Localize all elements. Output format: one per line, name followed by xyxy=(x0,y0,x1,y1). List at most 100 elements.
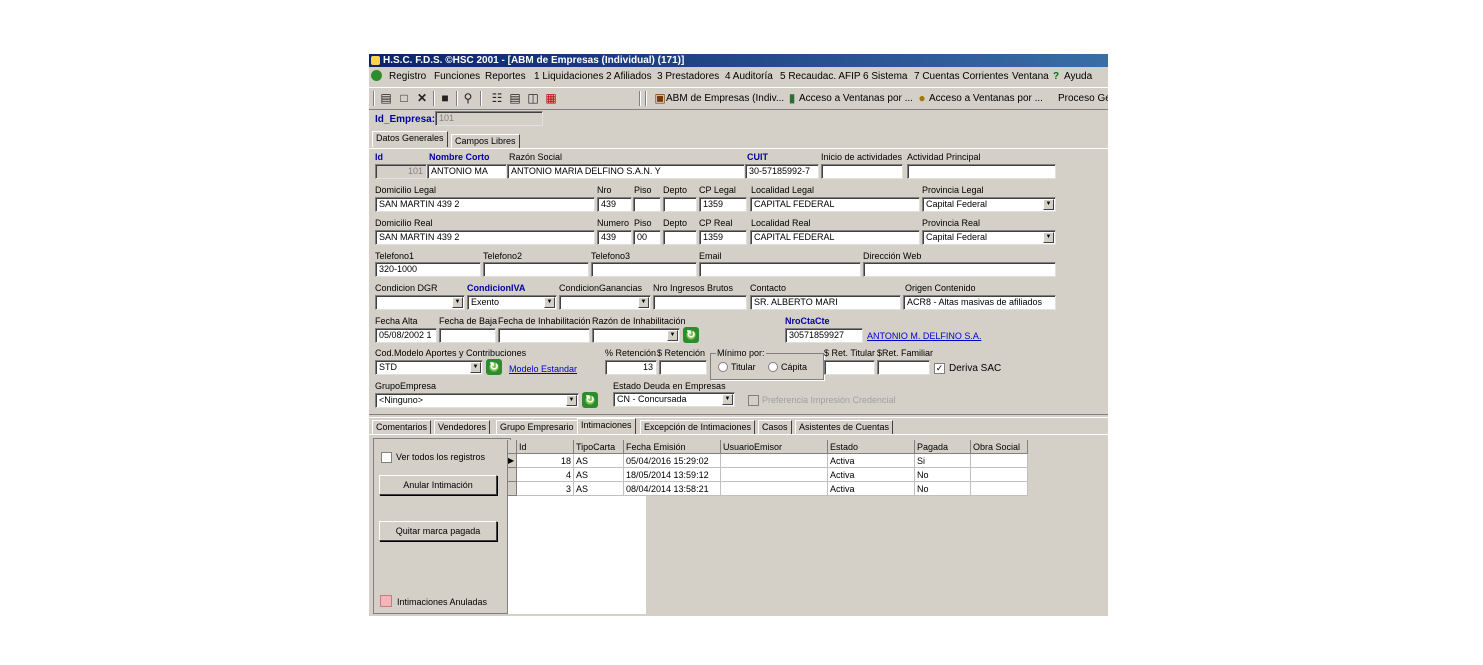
tile-vertical-icon[interactable]: ◫ xyxy=(526,91,540,105)
nro-field[interactable]: 439 xyxy=(597,197,632,212)
capita-radio[interactable] xyxy=(768,362,778,372)
table-cell[interactable]: Activa xyxy=(828,482,915,496)
ver-todos-checkbox[interactable] xyxy=(381,452,392,463)
condicion-iva-select[interactable]: Exento ▼ xyxy=(467,295,557,310)
tab-casos[interactable]: Casos xyxy=(758,420,792,434)
col-header-fecha-emision[interactable]: Fecha Emisión xyxy=(624,440,721,454)
telefono2-field[interactable] xyxy=(483,262,589,277)
table-cell[interactable] xyxy=(721,454,828,468)
app-menu-icon[interactable] xyxy=(371,70,382,81)
menu-registro[interactable]: Registro xyxy=(389,71,426,82)
col-header-pagada[interactable]: Pagada xyxy=(915,440,971,454)
chevron-down-icon[interactable]: ▼ xyxy=(470,362,481,373)
localidad-legal-field[interactable]: CAPITAL FEDERAL xyxy=(750,197,920,212)
table-cell[interactable] xyxy=(721,468,828,482)
fecha-baja-field[interactable] xyxy=(439,328,496,343)
cp-real-field[interactable]: 1359 xyxy=(699,230,747,245)
save-icon[interactable]: ■ xyxy=(438,91,452,105)
col-header-id[interactable]: Id xyxy=(517,440,574,454)
chevron-down-icon[interactable]: ▼ xyxy=(1043,199,1054,210)
cuit-field[interactable]: 30-57185992-7 xyxy=(745,164,819,179)
domicilio-real-field[interactable]: SAN MARTIN 439 2 xyxy=(375,230,595,245)
tile-horizontal-icon[interactable]: ▤ xyxy=(508,91,522,105)
nro-cta-cte-link[interactable]: ANTONIO M. DELFINO S.A. xyxy=(867,331,981,341)
new-document-icon[interactable]: □ xyxy=(397,91,411,105)
taskbar-proceso[interactable]: Proceso Ge xyxy=(1058,93,1108,104)
inicio-actividades-field[interactable] xyxy=(821,164,903,179)
table-cell[interactable] xyxy=(971,454,1028,468)
menu-liquidaciones[interactable]: 1 Liquidaciones xyxy=(534,71,604,82)
menu-sistema[interactable]: 6 Sistema xyxy=(863,71,907,82)
piso-real-field[interactable]: 00 xyxy=(633,230,661,245)
table-cell[interactable] xyxy=(721,482,828,496)
tab-vendedores[interactable]: Vendedores xyxy=(434,420,491,434)
col-header-estado[interactable]: Estado xyxy=(828,440,915,454)
chevron-down-icon[interactable]: ▼ xyxy=(638,297,649,308)
contacto-field[interactable]: SR. ALBERTO MARI xyxy=(750,295,901,310)
cod-modelo-select[interactable]: STD ▼ xyxy=(375,360,483,375)
table-cell[interactable]: 3 xyxy=(517,482,574,496)
provincia-real-select[interactable]: Capital Federal ▼ xyxy=(922,230,1056,245)
delete-icon[interactable]: ✕ xyxy=(415,91,429,105)
menu-prestadores[interactable]: 3 Prestadores xyxy=(657,71,719,82)
origen-contenido-field[interactable]: ACR8 - Altas masivas de afiliados xyxy=(903,295,1056,310)
col-header-obra-social[interactable]: Obra Social xyxy=(971,440,1028,454)
menu-ventana[interactable]: Ventana xyxy=(1012,71,1049,82)
menu-funciones[interactable]: Funciones xyxy=(434,71,480,82)
tab-datos-generales[interactable]: Datos Generales xyxy=(372,131,448,147)
menu-recaudac-afip[interactable]: 5 Recaudac. AFIP xyxy=(780,71,861,82)
table-cell[interactable]: 08/04/2014 13:58:21 xyxy=(624,482,721,496)
tab-comentarios[interactable]: Comentarios xyxy=(372,420,432,434)
monto-retencion-field[interactable] xyxy=(659,360,707,375)
nro-cta-cte-field[interactable]: 30571859927 xyxy=(785,328,863,343)
quitar-marca-pagada-button[interactable]: Quitar marca pagada xyxy=(379,521,497,541)
table-cell[interactable]: AS xyxy=(574,454,624,468)
cp-legal-field[interactable]: 1359 xyxy=(699,197,747,212)
col-header-usuario-emisor[interactable]: UsuarioEmisor xyxy=(721,440,828,454)
table-cell[interactable] xyxy=(971,468,1028,482)
menu-afiliados[interactable]: 2 Afiliados xyxy=(606,71,652,82)
tab-intimaciones[interactable]: Intimaciones xyxy=(577,418,636,434)
razon-social-field[interactable]: ANTONIO MARIA DELFINO S.A.N. Y xyxy=(507,164,745,179)
cascade-windows-icon[interactable]: ☷ xyxy=(490,91,504,105)
depto-legal-field[interactable] xyxy=(663,197,697,212)
tab-campos-libres[interactable]: Campos Libres xyxy=(451,134,520,148)
depto-real-field[interactable] xyxy=(663,230,697,245)
chevron-down-icon[interactable]: ▼ xyxy=(566,395,577,406)
grupo-empresa-select[interactable]: <Ninguno> ▼ xyxy=(375,393,579,408)
menu-reportes[interactable]: Reportes xyxy=(485,71,526,82)
table-cell[interactable]: Si xyxy=(915,454,971,468)
actividad-principal-field[interactable] xyxy=(907,164,1056,179)
table-cell[interactable]: 05/04/2016 15:29:02 xyxy=(624,454,721,468)
ret-titular-field[interactable] xyxy=(824,360,875,375)
localidad-real-field[interactable]: CAPITAL FEDERAL xyxy=(750,230,920,245)
nro-ingresos-brutos-field[interactable] xyxy=(653,295,747,310)
condicion-dgr-select[interactable]: ▼ xyxy=(375,295,465,310)
deriva-sac-checkbox[interactable]: ✓ xyxy=(934,363,945,374)
modelo-estandar-link[interactable]: Modelo Estandar xyxy=(509,364,577,374)
refresh-icon[interactable]: ↻ xyxy=(683,327,699,343)
menu-auditoria[interactable]: 4 Auditoría xyxy=(725,71,773,82)
chevron-down-icon[interactable]: ▼ xyxy=(667,330,678,341)
search-icon[interactable]: ⚲ xyxy=(461,91,475,105)
taskbar-acceso-ventanas-2[interactable]: Acceso a Ventanas por ... xyxy=(929,93,1043,104)
table-cell[interactable]: 18/05/2014 13:59:12 xyxy=(624,468,721,482)
domicilio-legal-field[interactable]: SAN MARTIN 439 2 xyxy=(375,197,595,212)
col-header-tipocarta[interactable]: TipoCarta xyxy=(574,440,624,454)
ret-familiar-field[interactable] xyxy=(877,360,930,375)
table-cell[interactable]: No xyxy=(915,482,971,496)
close-all-icon[interactable]: ▦ xyxy=(544,91,558,105)
table-cell[interactable]: 4 xyxy=(517,468,574,482)
fecha-inhabilitacion-field[interactable] xyxy=(498,328,590,343)
web-field[interactable] xyxy=(863,262,1056,277)
piso-legal-field[interactable] xyxy=(633,197,661,212)
properties-icon[interactable]: ▤ xyxy=(379,91,393,105)
table-cell[interactable]: Activa xyxy=(828,468,915,482)
table-cell[interactable]: Activa xyxy=(828,454,915,468)
preferencia-checkbox[interactable] xyxy=(748,395,759,406)
menu-cuentas-corrientes[interactable]: 7 Cuentas Corrientes xyxy=(914,71,1009,82)
table-cell[interactable]: AS xyxy=(574,482,624,496)
telefono3-field[interactable] xyxy=(591,262,697,277)
nombre-corto-field[interactable]: ANTONIO MA xyxy=(427,164,507,179)
telefono1-field[interactable]: 320-1000 xyxy=(375,262,481,277)
